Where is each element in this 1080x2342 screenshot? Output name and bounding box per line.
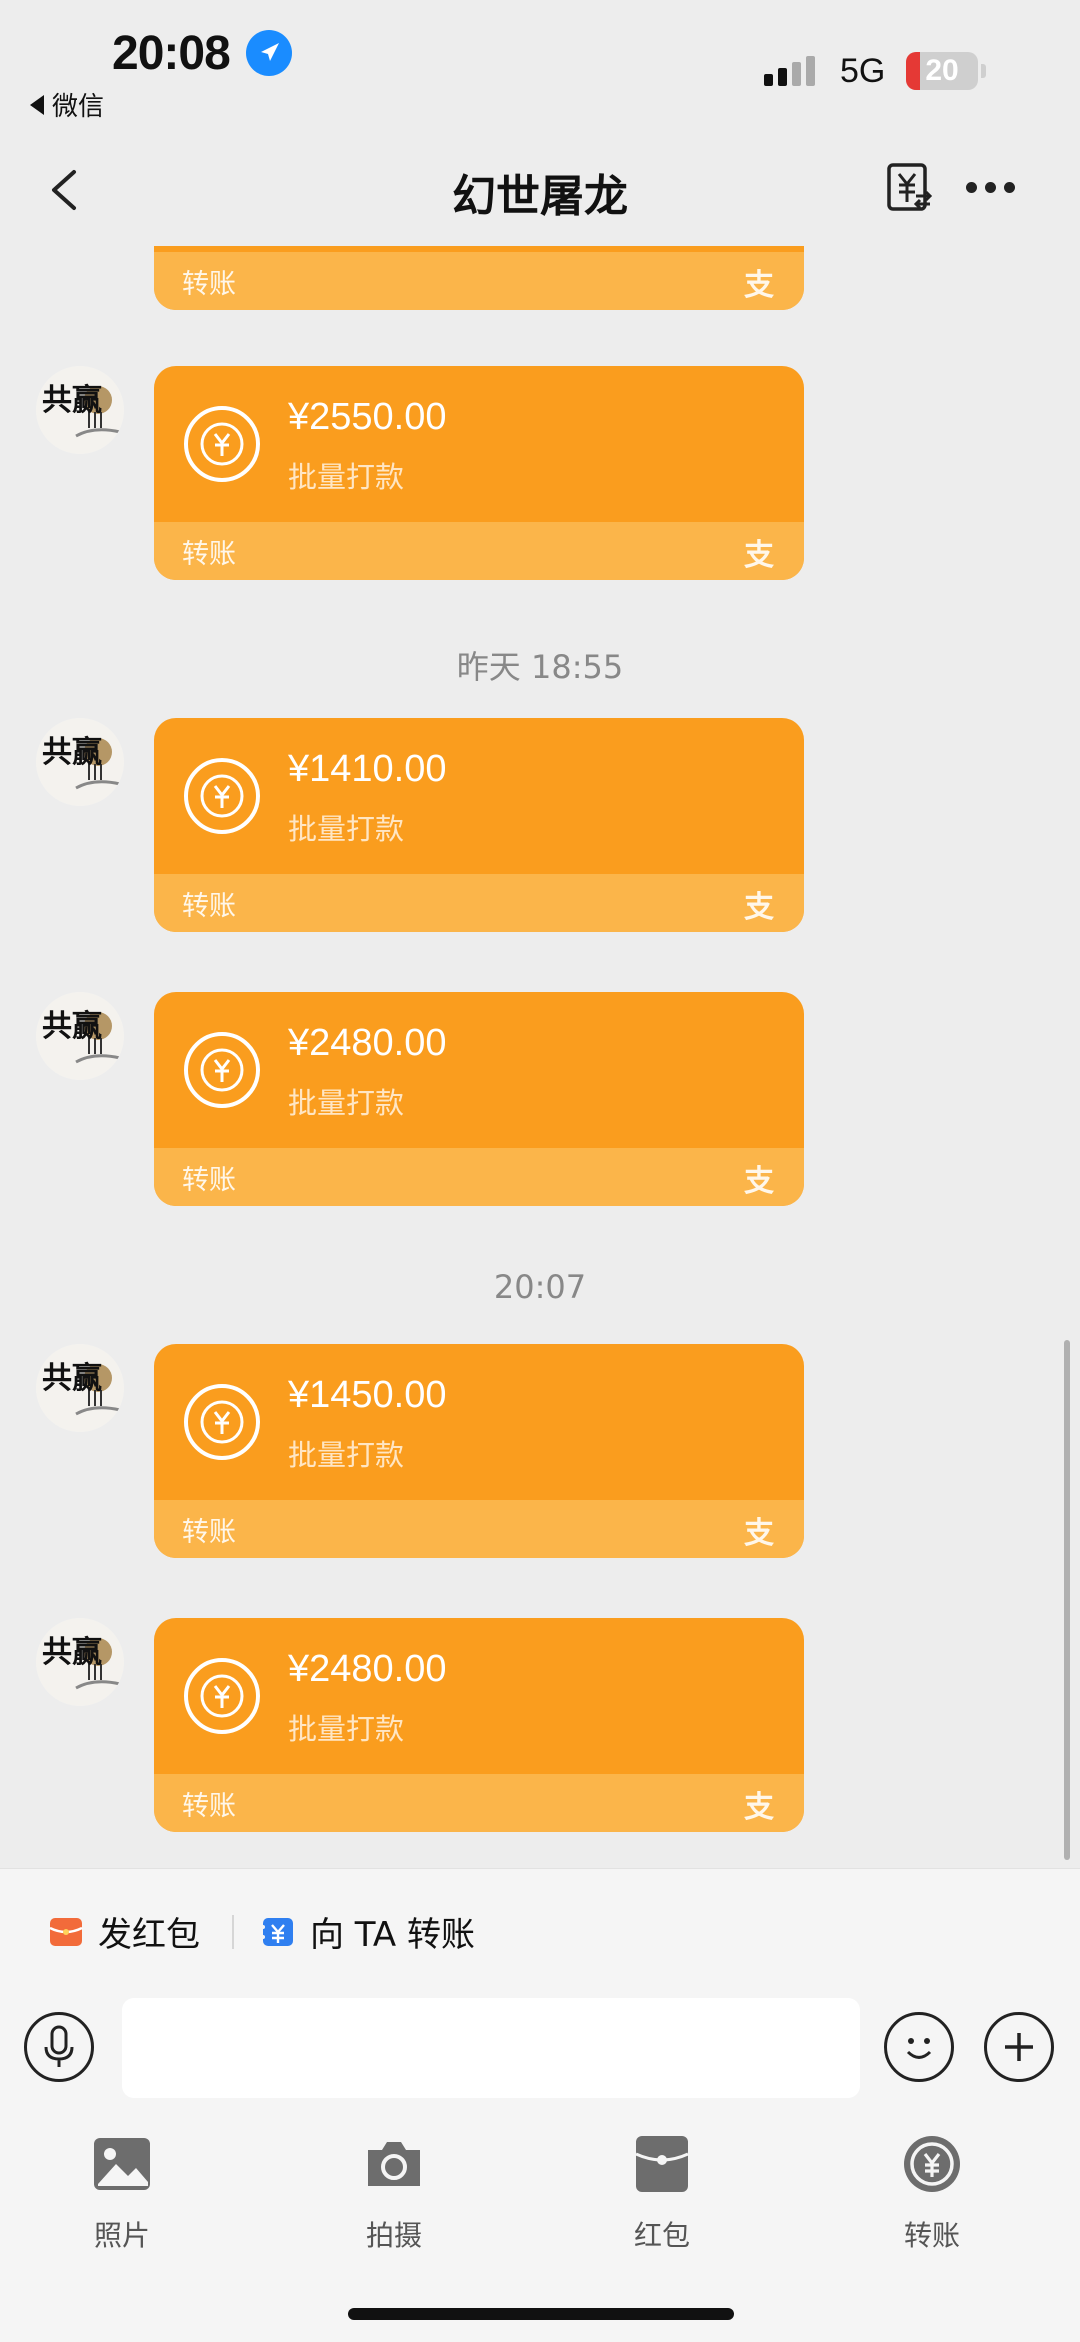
quick-divider [232,1915,234,1949]
avatar[interactable]: 共赢 [36,992,124,1080]
avatar[interactable]: 共赢 [36,718,124,806]
smiley-icon [906,2038,932,2059]
avatar-image: 共赢 [36,1344,124,1432]
transfer-amount: ¥2550.00 [288,396,447,438]
transfer-card-icon [261,1917,293,1946]
avatar-image: 共赢 [36,366,124,454]
more-dot-icon [1004,182,1015,193]
transfer-footer-label: 转账 [182,1791,236,1822]
svg-text:共赢: 共赢 [42,1635,102,1670]
avatar-image: 共赢 [36,718,124,806]
transfer-note: 批量打款 [288,460,405,494]
alipay-icon: 支 [744,538,774,573]
transfer-shortcut-button[interactable] [886,162,933,212]
avatar-image: 共赢 [36,992,124,1080]
transfer-note: 批量打款 [288,812,405,846]
yuan-coin-icon [184,1658,260,1734]
chat-scrollbar[interactable] [1064,1340,1070,1860]
panel-item-transfer[interactable]: 转账 [862,2132,1002,2254]
location-icon [246,30,292,76]
back-to-app[interactable]: 微信 [30,86,104,123]
panel-item-camera[interactable]: 拍摄 [324,2132,464,2254]
plus-icon [1005,2033,1033,2061]
transfer-footer-label: 转账 [182,1165,236,1196]
transfer-bubble[interactable]: ¥2480.00 批量打款 转账 支 [154,992,804,1206]
message-input[interactable] [122,1998,860,2098]
avatar-image: 共赢 [36,1618,124,1706]
more-dot-icon [966,182,977,193]
transfer-footer-label: 转账 [182,891,236,922]
transfer-bubble[interactable]: ¥1410.00 批量打款 转账 支 [154,718,804,932]
yuan-coin-icon [184,758,260,834]
transfer-note: 批量打款 [288,1438,405,1472]
transfer-footer-label: 转账 [182,1517,236,1548]
timestamp: 20:07 [493,1268,587,1306]
panel-item-red-packet[interactable]: 红包 [592,2132,732,2254]
transfer-to-ta-button[interactable]: 向 TA 转账 [260,1907,475,1956]
yuan-coin-icon [184,1032,260,1108]
panel-item-label: 红包 [633,2219,690,2252]
camera-icon [368,2142,420,2186]
voice-button[interactable] [24,2012,94,2082]
transfer-amount: ¥2480.00 [288,1648,447,1690]
yuan-coin-icon [184,1384,260,1460]
transfer-amount: ¥2480.00 [288,1022,447,1064]
svg-text:共赢: 共赢 [42,1009,102,1044]
yuan-coin-icon [184,406,260,482]
avatar[interactable]: 共赢 [36,1344,124,1432]
panel-item-label: 拍摄 [365,2219,422,2252]
panel-item-label: 转账 [903,2219,960,2252]
alipay-icon: 支 [744,890,774,925]
send-red-packet-label: 发红包 [98,1915,200,1955]
more-button[interactable] [966,182,1015,193]
transfer-icon [904,2136,960,2192]
transfer-note: 批量打款 [288,1086,405,1120]
svg-text:共赢: 共赢 [42,383,102,418]
alipay-icon: 支 [744,1164,774,1199]
transfer-to-ta-label: 向 TA 转账 [310,1915,476,1955]
alipay-icon: 支 [744,1516,774,1551]
quick-action-bar: 发红包 向 TA 转账 [0,1868,1080,1989]
red-packet-icon [49,1917,83,1946]
home-indicator[interactable] [348,2308,734,2320]
alipay-icon: 支 [744,268,774,303]
yuan-transfer-icon [887,163,933,211]
send-red-packet-button[interactable]: 发红包 [48,1907,200,1956]
alipay-icon: 支 [744,1790,774,1825]
transfer-message-partial[interactable]: 转账 支 [154,246,804,310]
transfer-note: 批量打款 [288,1712,405,1746]
transfer-bubble[interactable]: ¥2550.00 批量打款 转账 支 [154,366,804,580]
transfer-footer-label: 转账 [182,539,236,570]
panel-item-label: 照片 [93,2219,150,2252]
svg-text:共赢: 共赢 [42,735,102,770]
input-bar [0,1988,1080,2118]
transfer-amount: ¥1450.00 [288,1374,447,1416]
avatar[interactable]: 共赢 [36,1618,124,1706]
transfer-bubble[interactable]: ¥2480.00 批量打款 转账 支 [154,1618,804,1832]
emoji-button[interactable] [884,2012,954,2082]
status-time: 20:08 [112,27,231,80]
plus-button[interactable] [984,2012,1054,2082]
network-label: 5G [840,52,886,90]
photo-icon [94,2138,150,2190]
battery-cap [981,64,986,78]
battery-icon: 20 [906,52,978,90]
back-triangle-icon [30,94,44,115]
back-app-label: 微信 [52,92,105,122]
transfer-amount: ¥1410.00 [288,748,447,790]
svg-text:共赢: 共赢 [42,1361,102,1396]
battery-level: 20 [925,54,959,87]
microphone-icon [44,2025,74,2067]
avatar[interactable]: 共赢 [36,366,124,454]
transfer-bubble[interactable]: ¥1450.00 批量打款 转账 支 [154,1344,804,1558]
red-packet-icon [635,2136,689,2192]
transfer-footer-label: 转账 [182,269,236,300]
timestamp: 昨天 18:55 [456,648,624,686]
panel-item-photo[interactable]: 照片 [52,2132,192,2254]
more-dot-icon [985,182,996,193]
